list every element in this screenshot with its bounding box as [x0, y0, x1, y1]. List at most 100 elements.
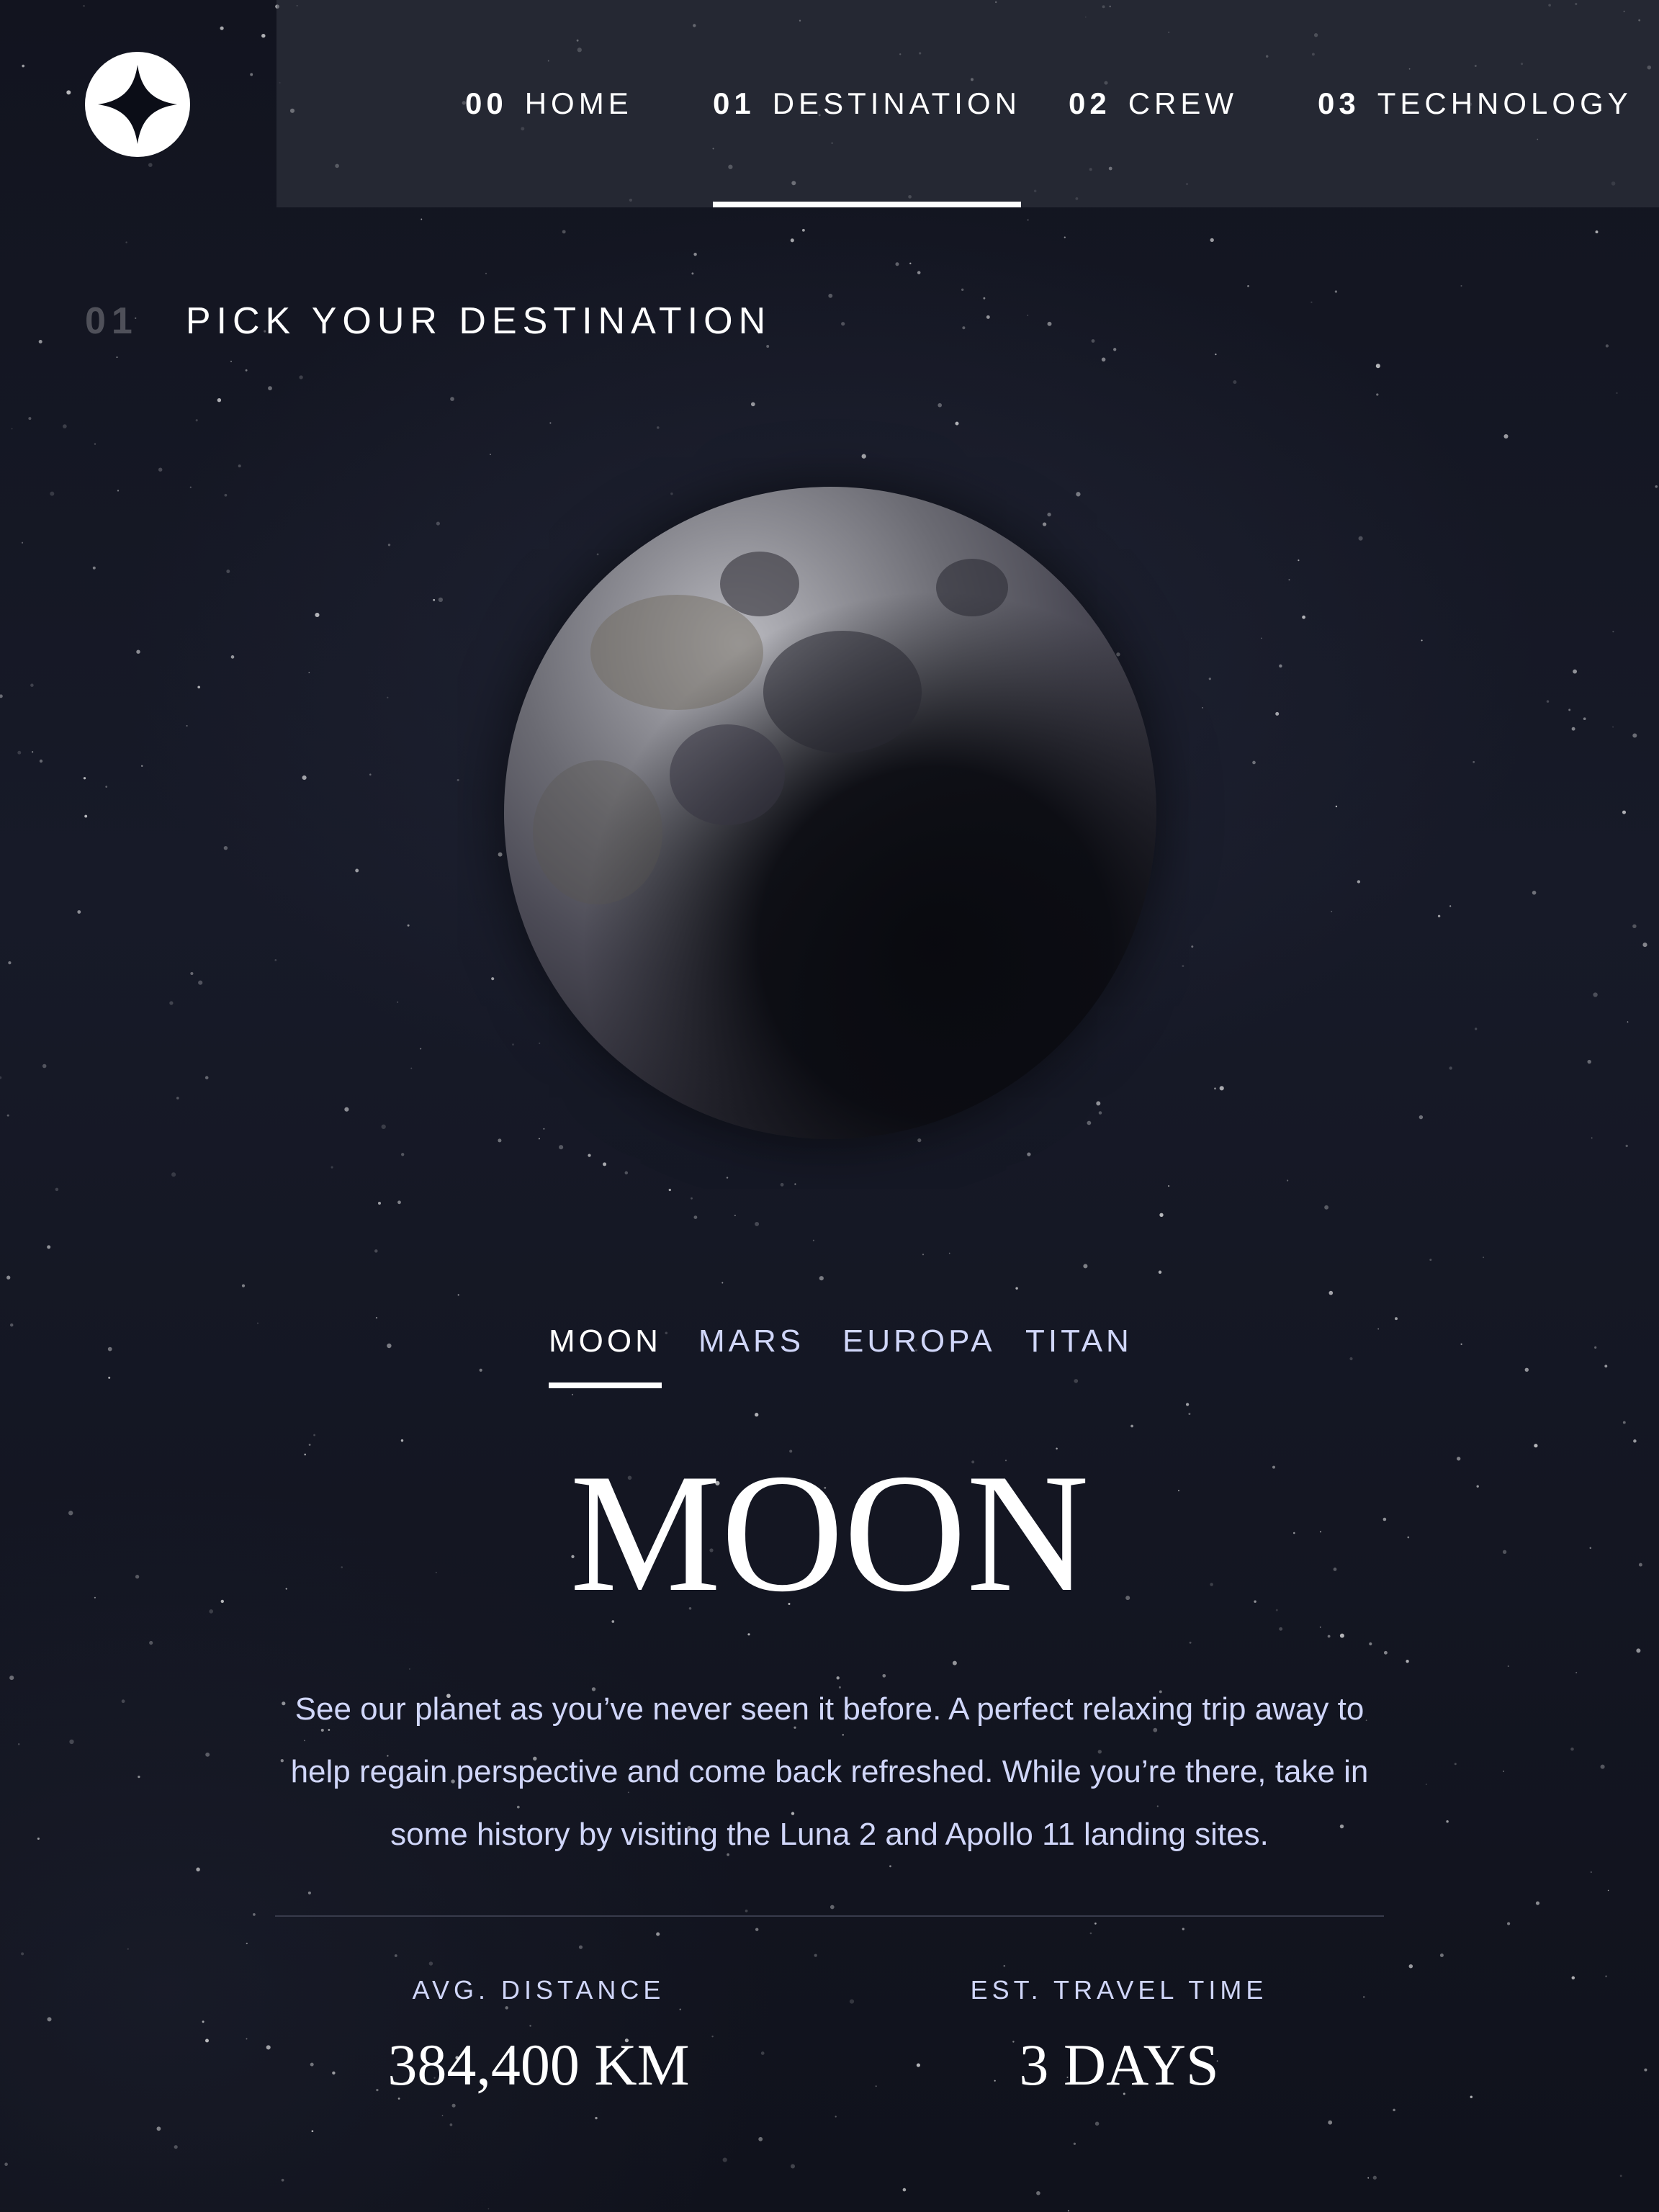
- star: [1376, 393, 1379, 396]
- nav-item-destination[interactable]: 01 DESTINATION: [713, 0, 1021, 207]
- star: [8, 961, 12, 965]
- star: [485, 272, 487, 274]
- star: [1091, 339, 1095, 343]
- star: [1591, 1137, 1593, 1139]
- star: [1470, 2095, 1473, 2098]
- star: [1570, 1747, 1574, 1751]
- nav-item-technology[interactable]: 03 TECHNOLOGY: [1318, 0, 1632, 207]
- star: [1098, 1111, 1102, 1115]
- star: [1279, 664, 1282, 668]
- star: [549, 422, 552, 424]
- star: [116, 356, 118, 359]
- star: [171, 1172, 176, 1177]
- star: [1437, 914, 1441, 918]
- tab-label: EUROPA: [842, 1323, 996, 1359]
- star: [158, 467, 163, 472]
- star: [961, 288, 964, 291]
- star: [1421, 639, 1423, 642]
- tab-titan[interactable]: TITAN: [1025, 1316, 1133, 1388]
- star: [17, 1743, 20, 1745]
- star: [721, 1282, 724, 1284]
- star: [986, 315, 990, 319]
- star: [917, 1138, 922, 1143]
- star: [261, 33, 266, 38]
- star: [830, 1905, 835, 1910]
- tab-mars[interactable]: MARS: [698, 1316, 804, 1388]
- star: [1358, 536, 1363, 541]
- nav-number: 00: [465, 86, 508, 120]
- star: [39, 759, 43, 763]
- star: [1571, 727, 1575, 731]
- star: [1210, 238, 1214, 243]
- star: [47, 1245, 51, 1249]
- star: [1047, 321, 1052, 326]
- tab-label: MOON: [549, 1323, 662, 1359]
- star: [538, 1138, 540, 1140]
- star: [603, 1162, 607, 1166]
- star: [1219, 1086, 1224, 1091]
- star: [169, 1001, 174, 1005]
- star: [299, 375, 303, 379]
- nav-label: TECHNOLOGY: [1377, 86, 1632, 120]
- star: [381, 1124, 386, 1129]
- nav-label: CREW: [1128, 86, 1238, 120]
- star: [224, 493, 228, 497]
- star: [1073, 2142, 1076, 2145]
- star: [1439, 1953, 1444, 1958]
- star: [758, 2136, 763, 2141]
- destination-tabs: MOON MARS EUROPA TITAN: [0, 1316, 1659, 1388]
- star: [1096, 1101, 1101, 1106]
- star: [47, 2017, 52, 2022]
- star: [755, 1221, 760, 1226]
- star: [1310, 301, 1313, 303]
- star: [543, 1128, 545, 1130]
- tab-europa[interactable]: EUROPA: [842, 1316, 996, 1388]
- star: [117, 490, 120, 492]
- star: [205, 1752, 210, 1757]
- star: [1473, 760, 1475, 763]
- star: [1446, 1820, 1449, 1823]
- star: [828, 293, 833, 298]
- star: [1367, 2177, 1370, 2179]
- star: [42, 1064, 47, 1069]
- star: [895, 262, 899, 266]
- tab-moon[interactable]: MOON: [549, 1316, 662, 1388]
- page-heading-number: 01: [85, 300, 138, 342]
- star: [313, 1434, 316, 1437]
- star: [1027, 219, 1029, 221]
- star: [410, 1067, 413, 1069]
- star: [421, 218, 423, 220]
- star: [1252, 760, 1256, 765]
- star: [268, 386, 272, 391]
- star: [595, 2116, 598, 2120]
- star: [1159, 1213, 1164, 1217]
- star: [657, 426, 660, 429]
- star: [1064, 236, 1066, 238]
- star: [1506, 1922, 1511, 1925]
- logo[interactable]: [85, 52, 190, 157]
- star: [596, 553, 599, 556]
- star: [83, 777, 86, 780]
- star: [138, 1775, 140, 1779]
- star: [1279, 1627, 1283, 1631]
- star: [1208, 678, 1211, 680]
- star: [457, 778, 459, 781]
- nav-item-home[interactable]: 00 HOME: [465, 0, 633, 207]
- star: [819, 1276, 824, 1281]
- star: [691, 272, 694, 275]
- star: [755, 1413, 759, 1417]
- star: [841, 322, 845, 326]
- star: [1535, 1901, 1540, 1905]
- star: [726, 1177, 729, 1179]
- star: [92, 566, 96, 570]
- star: [1607, 1889, 1609, 1892]
- star: [1460, 284, 1462, 287]
- tab-label: TITAN: [1025, 1323, 1133, 1359]
- star: [408, 1668, 410, 1670]
- star: [1275, 711, 1280, 716]
- star: [1429, 1259, 1432, 1262]
- star: [21, 1952, 24, 1956]
- star: [1546, 700, 1550, 703]
- star: [77, 910, 81, 914]
- nav-item-crew[interactable]: 02 CREW: [1069, 0, 1238, 207]
